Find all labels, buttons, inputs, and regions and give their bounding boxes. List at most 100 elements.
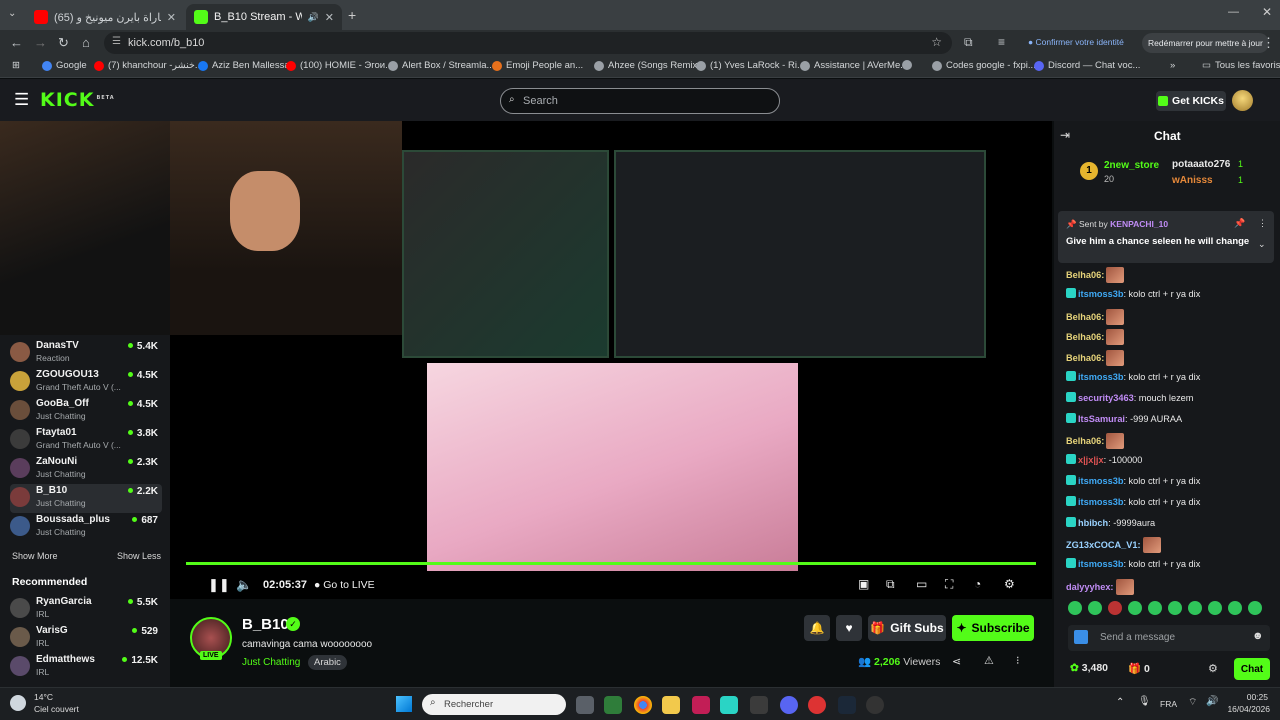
- chat-message[interactable]: itsmoss3b: kolo ctrl + r ya dix: [1066, 558, 1200, 569]
- steam-icon[interactable]: [838, 696, 856, 714]
- chat-input[interactable]: Send a message ☻: [1068, 625, 1270, 651]
- chat-message[interactable]: dalyyyhex:: [1066, 579, 1134, 595]
- chat-username[interactable]: security3463: [1078, 393, 1134, 403]
- miniplayer-icon[interactable]: ▣: [858, 577, 869, 591]
- emote-icon[interactable]: [1108, 601, 1122, 615]
- menu-icon[interactable]: ⋮: [1262, 35, 1275, 51]
- audio-icon[interactable]: 🔊: [308, 12, 319, 23]
- chat-username[interactable]: dalyyyhex:: [1066, 582, 1114, 592]
- chat-username[interactable]: itsmoss3b: [1078, 497, 1123, 507]
- search-input[interactable]: ⌕ Search: [500, 88, 780, 114]
- taskbar-search[interactable]: ⌕ Rechercher: [422, 694, 566, 715]
- emote-icon[interactable]: [1228, 601, 1242, 615]
- report-icon[interactable]: ⚠: [984, 654, 994, 667]
- chat-message[interactable]: ItsSamurai: -999 AURAA: [1066, 412, 1182, 424]
- collapse-chat-icon[interactable]: ⇥: [1060, 128, 1070, 142]
- kick-logo[interactable]: KICK BETA: [40, 89, 115, 111]
- share-icon[interactable]: ⋖: [952, 655, 961, 668]
- emoji-icon[interactable]: ☻: [1252, 630, 1264, 642]
- window-close-button[interactable]: ✕: [1262, 5, 1272, 19]
- more-bookmarks-icon[interactable]: »: [1170, 60, 1175, 71]
- show-less-button[interactable]: Show Less: [117, 551, 161, 561]
- emote-icon[interactable]: [1248, 601, 1262, 615]
- emote-icon[interactable]: [1188, 601, 1202, 615]
- app-icon[interactable]: [604, 696, 622, 714]
- home-icon[interactable]: ⌂: [82, 35, 90, 50]
- emote-icon[interactable]: [1148, 601, 1162, 615]
- emote-icon[interactable]: [1128, 601, 1142, 615]
- chevron-down-icon[interactable]: ⌄: [1258, 239, 1266, 250]
- bookmark-alertbox[interactable]: Alert Box / Streamla...: [388, 60, 494, 71]
- language-tag[interactable]: Arabic: [308, 655, 347, 670]
- task-view-icon[interactable]: [576, 696, 594, 714]
- close-icon[interactable]: ✕: [167, 11, 176, 24]
- sidebar-channel[interactable]: Boussada_plus Just Chatting 687: [10, 513, 162, 542]
- app-icon[interactable]: [750, 696, 768, 714]
- bookmark-homie[interactable]: (100) HOMIE - Эгои...: [286, 60, 393, 71]
- chat-message[interactable]: ZG13xCOCA_V1:: [1066, 537, 1161, 554]
- bookmark-discord[interactable]: Discord — Chat voc...: [1034, 60, 1140, 71]
- chat-username[interactable]: ZG13xCOCA_V1:: [1066, 540, 1141, 550]
- app-icon[interactable]: [720, 696, 738, 714]
- discord-icon[interactable]: [780, 696, 798, 714]
- chat-username[interactable]: Belha06:: [1066, 270, 1104, 280]
- tab-youtube[interactable]: (65) ملخص مباراة بايرن ميونيخ و... ✕: [26, 4, 184, 30]
- all-bookmarks-folder[interactable]: ▭ Tous les favoris: [1202, 60, 1280, 71]
- volume-icon[interactable]: 🔊: [1206, 696, 1218, 707]
- emote-icon[interactable]: [1068, 601, 1082, 615]
- chat-message[interactable]: itsmoss3b: kolo ctrl + r ya dix: [1066, 371, 1200, 382]
- forward-icon[interactable]: →: [34, 35, 47, 50]
- bookmark-avermedia[interactable]: Assistance | AVerMe...: [800, 60, 908, 71]
- identity-button[interactable]: ● Confirmer votre identité: [1028, 37, 1124, 47]
- chevron-up-icon[interactable]: ⌃: [1116, 697, 1124, 708]
- chrome-icon[interactable]: [634, 696, 652, 714]
- media-player-icon[interactable]: [866, 696, 884, 714]
- gift-count[interactable]: 🎁 0: [1128, 662, 1150, 675]
- chat-username[interactable]: x|jx|jx: [1078, 455, 1104, 465]
- settings-icon[interactable]: ⚙: [1004, 577, 1015, 591]
- bookmark-aziz[interactable]: Aziz Ben Mallessa: [198, 60, 290, 71]
- volume-icon[interactable]: 🔈: [236, 577, 252, 593]
- back-icon[interactable]: ←: [10, 35, 23, 50]
- pause-icon[interactable]: ❚❚: [208, 577, 230, 593]
- chat-username[interactable]: Belha06:: [1066, 353, 1104, 363]
- bookmark-emoji[interactable]: Emoji People an...: [492, 60, 583, 71]
- sidebar-channel[interactable]: RyanGarcia IRL 5.5K: [10, 595, 162, 624]
- chat-username[interactable]: Belha06:: [1066, 332, 1104, 342]
- microphone-icon[interactable]: 🎙: [1138, 696, 1151, 707]
- chat-message[interactable]: Belha06:: [1066, 308, 1125, 325]
- reload-icon[interactable]: ↻: [58, 35, 69, 51]
- sidebar-channel[interactable]: ZaNouNi Just Chatting 2.3K: [10, 455, 162, 484]
- menu-icon[interactable]: ☰: [14, 90, 29, 110]
- app-icon[interactable]: [692, 696, 710, 714]
- chat-message[interactable]: itsmoss3b: kolo ctrl + r ya dix: [1066, 495, 1200, 507]
- sidebar-channel[interactable]: Edmatthews IRL 12.5K: [10, 653, 162, 682]
- chat-message[interactable]: x|jx|jx: -100000: [1066, 454, 1142, 465]
- chat-message[interactable]: Belha06:: [1066, 329, 1125, 346]
- channel-points[interactable]: ✿ 3,480: [1070, 662, 1108, 674]
- clock-date[interactable]: 16/04/2026: [1226, 704, 1270, 714]
- chat-username[interactable]: Belha06:: [1066, 312, 1104, 322]
- user-avatar[interactable]: [1232, 90, 1253, 111]
- sidebar-channel[interactable]: VarisG IRL 529: [10, 624, 162, 653]
- bookmark-codes-google[interactable]: Codes google - fxpi...: [932, 60, 1036, 71]
- tab-kick[interactable]: B_B10 Stream - Watch Live 🔊 ✕: [186, 4, 342, 30]
- bookmark-khanchour[interactable]: (7) khanchour -خنشر...: [94, 60, 203, 71]
- sidebar-channel[interactable]: ZGOUGOU13 Grand Theft Auto V (... 4.5K: [10, 368, 162, 397]
- sidebar-channel[interactable]: GooBa_Off Just Chatting 4.5K: [10, 397, 162, 426]
- chat-username[interactable]: itsmoss3b: [1078, 476, 1123, 486]
- send-chat-button[interactable]: Chat: [1234, 658, 1270, 680]
- more-options-icon[interactable]: ⁝: [1016, 654, 1020, 667]
- chat-username[interactable]: itsmoss3b: [1078, 559, 1123, 569]
- minimize-button[interactable]: —: [1228, 6, 1239, 18]
- video-player[interactable]: [170, 121, 1052, 599]
- category-link[interactable]: Just Chatting: [242, 657, 300, 668]
- sidebar-channel[interactable]: B_B10 Just Chatting 2.2K: [10, 484, 162, 513]
- tab-list-icon[interactable]: ⌄: [8, 8, 16, 19]
- chat-username[interactable]: hbibch: [1078, 518, 1108, 528]
- extensions-icon[interactable]: ⧉: [964, 35, 973, 50]
- chat-message[interactable]: hbibch: -9999aura: [1066, 516, 1155, 528]
- more-icon[interactable]: ⋮: [1258, 218, 1267, 229]
- gift-subs-button[interactable]: 🎁 Gift Subs: [868, 615, 946, 641]
- go-to-live-button[interactable]: ● Go to LIVE: [314, 579, 375, 591]
